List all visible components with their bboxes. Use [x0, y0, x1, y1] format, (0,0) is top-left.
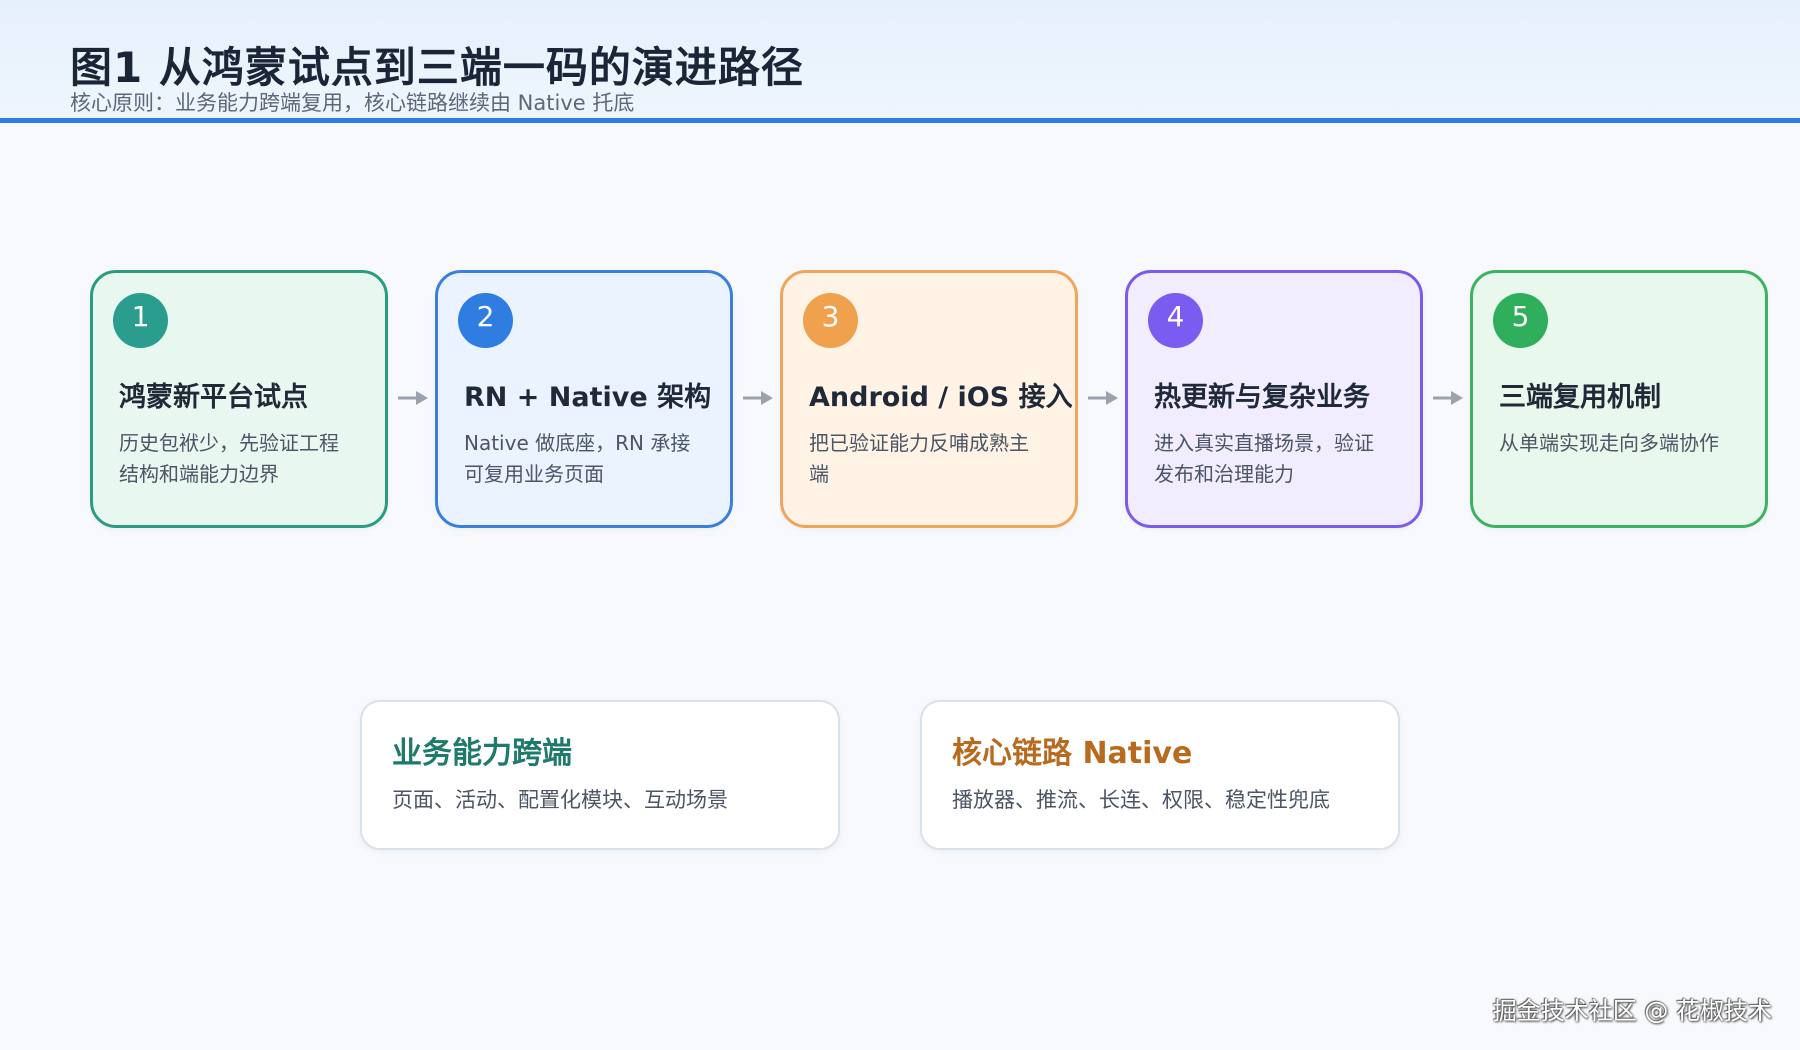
step-title: 热更新与复杂业务 [1154, 382, 1370, 413]
step-card-3: 3 Android / iOS 接入 把已验证能力反哺成熟主端 [780, 270, 1078, 528]
step-card-1: 1 鸿蒙新平台试点 历史包袱少，先验证工程结构和端能力边界 [90, 270, 388, 528]
arrow-right-icon [743, 391, 773, 405]
arrow-right-icon [1433, 391, 1463, 405]
header: 图1 从鸿蒙试点到三端一码的演进路径 核心原则：业务能力跨端复用，核心链路继续由… [0, 0, 1800, 123]
step-badge: 2 [458, 293, 513, 348]
step-badge: 5 [1493, 293, 1548, 348]
page-title: 图1 从鸿蒙试点到三端一码的演进路径 [70, 43, 804, 92]
step-badge: 4 [1148, 293, 1203, 348]
step-title: Android / iOS 接入 [809, 382, 1073, 413]
step-title: RN + Native 架构 [464, 382, 712, 413]
watermark: 掘金技术社区 @ 花椒技术 [1492, 997, 1772, 1025]
step-card-4: 4 热更新与复杂业务 进入真实直播场景，验证发布和治理能力 [1125, 270, 1423, 528]
step-description: 从单端实现走向多端协作 [1499, 431, 1719, 455]
step-card-2: 2 RN + Native 架构 Native 做底座，RN 承接可复用业务页面 [435, 270, 733, 528]
card-description: 播放器、推流、长连、权限、稳定性兜底 [952, 788, 1330, 812]
card-title: 核心链路 Native [952, 736, 1193, 771]
step-description: 把已验证能力反哺成熟主端 [809, 431, 1029, 486]
arrow-right-icon [398, 391, 428, 405]
step-badge: 3 [803, 293, 858, 348]
step-badge: 1 [113, 293, 168, 348]
card-description: 页面、活动、配置化模块、互动场景 [392, 788, 728, 812]
step-title: 鸿蒙新平台试点 [119, 382, 308, 413]
step-description: 进入真实直播场景，验证发布和治理能力 [1154, 431, 1374, 486]
core-native-card: 核心链路 Native 播放器、推流、长连、权限、稳定性兜底 [920, 700, 1400, 850]
evolution-steps: 1 鸿蒙新平台试点 历史包袱少，先验证工程结构和端能力边界 2 RN + Nat… [90, 270, 1770, 532]
business-crossplatform-card: 业务能力跨端 页面、活动、配置化模块、互动场景 [360, 700, 840, 850]
card-title: 业务能力跨端 [392, 736, 572, 771]
step-description: Native 做底座，RN 承接可复用业务页面 [464, 431, 691, 486]
step-description: 历史包袱少，先验证工程结构和端能力边界 [119, 431, 339, 486]
page-subtitle: 核心原则：业务能力跨端复用，核心链路继续由 Native 托底 [70, 91, 635, 115]
step-card-5: 5 三端复用机制 从单端实现走向多端协作 [1470, 270, 1768, 528]
step-title: 三端复用机制 [1499, 382, 1661, 413]
arrow-right-icon [1088, 391, 1118, 405]
